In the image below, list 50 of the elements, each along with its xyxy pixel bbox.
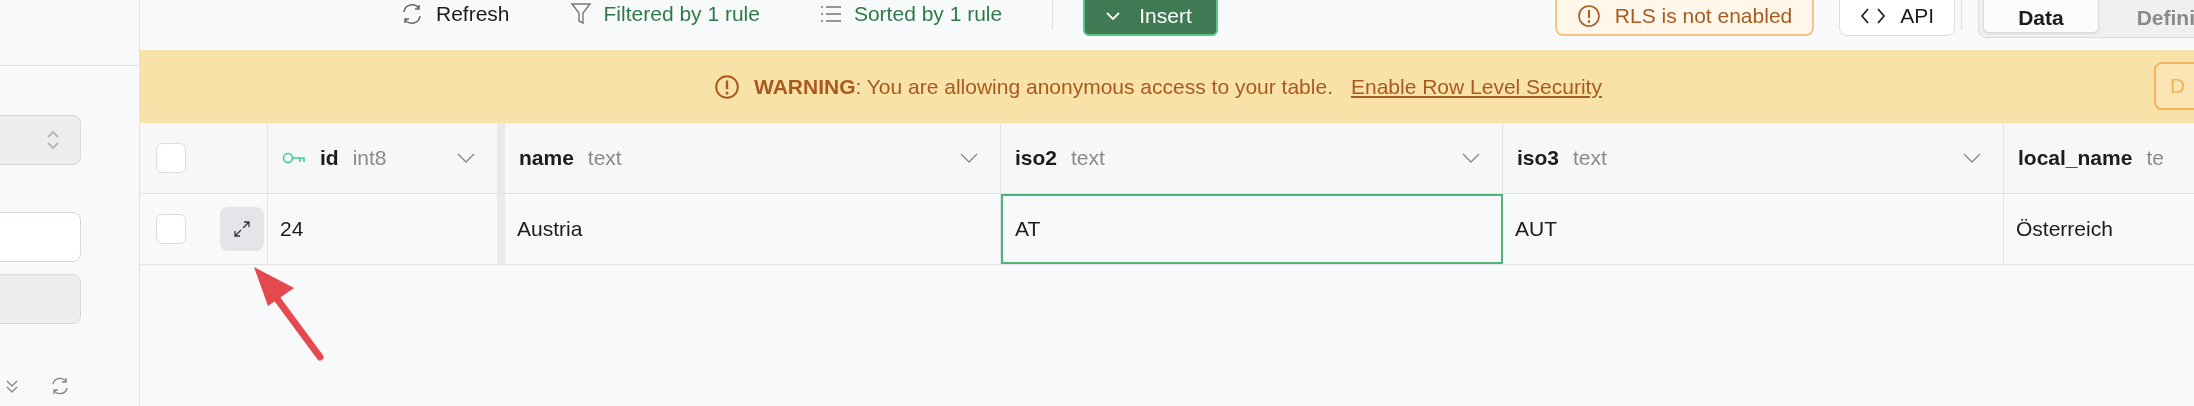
refresh-icon [400,2,424,26]
chevron-down-icon [1105,11,1122,21]
chevron-down-icon[interactable] [1462,153,1480,163]
table-cell[interactable]: Austria [505,194,1001,264]
api-button[interactable]: API [1839,0,1956,36]
column-type: te [2146,146,2164,170]
insert-button[interactable]: Insert [1083,0,1218,36]
table-cell[interactable]: AT [1001,194,1503,264]
filter-icon [569,2,592,26]
code-icon [1860,7,1887,25]
expand-icon [233,220,251,238]
table-cell[interactable]: 24 [268,194,505,264]
chevron-down-icon[interactable] [457,153,475,163]
enable-rls-link[interactable]: Enable Row Level Security [1350,74,1602,99]
column-header[interactable]: local_name te [2004,123,2194,193]
column-header[interactable]: iso2 text [1001,123,1503,193]
column-header[interactable]: id int8 [268,123,505,193]
chevron-down-icon[interactable] [4,378,20,394]
column-type: text [1573,146,1607,170]
select-all-checkbox[interactable] [156,143,186,173]
alert-icon [714,73,740,100]
chevron-down-icon[interactable] [1963,153,1981,163]
column-name: id [320,146,339,170]
table-cell[interactable]: AUT [1503,194,2004,264]
warning-text: WARNING: You are allowing anonymous access to your table. [754,74,1333,99]
sort-button[interactable]: Sorted by 1 rule [819,0,1003,28]
alert-icon [1576,4,1601,28]
column-name: iso2 [1015,146,1058,170]
table-cell[interactable]: Österreich [2004,194,2194,264]
refresh-icon[interactable] [50,376,70,396]
column-name: name [519,146,574,170]
input-field[interactable] [0,212,81,262]
column-header[interactable]: iso3 text [1503,123,2004,193]
expand-row-button[interactable] [220,207,264,251]
column-type: text [587,146,622,170]
chevron-down-icon[interactable] [960,153,978,163]
rls-badge[interactable]: RLS is not enabled [1554,0,1815,36]
view-tab[interactable]: Data [1983,0,2099,33]
column-name: local_name [2018,146,2133,170]
key-icon [282,152,306,164]
row-checkbox[interactable] [156,214,186,244]
column-type: text [1071,146,1105,170]
list-icon [819,4,842,24]
refresh-button[interactable]: Refresh [400,0,510,28]
filter-button[interactable]: Filtered by 1 rule [569,0,760,28]
column-type: int8 [352,146,387,170]
column-name: iso3 [1517,146,1560,170]
select-field[interactable] [0,115,81,165]
column-header[interactable]: name text [505,123,1001,193]
chevron-updown-icon [46,129,60,151]
